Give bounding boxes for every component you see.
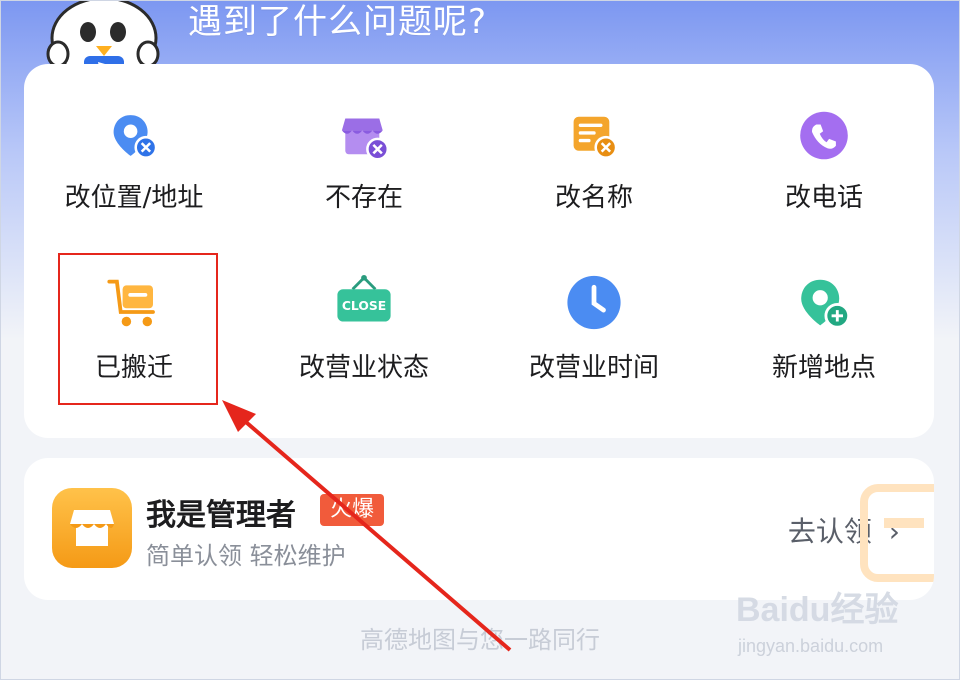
location-remove-icon: [113, 115, 158, 159]
closed-sign-icon: CLOSE: [337, 274, 391, 322]
manager-subtitle: 简单认领 轻松维护: [146, 542, 346, 570]
store-remove-icon: [341, 118, 390, 161]
option-label: 改营业状态: [298, 353, 429, 383]
highlight-box: [58, 253, 218, 405]
option-label: 改营业时间: [528, 353, 659, 383]
watermark-brand: Baidu经验: [736, 591, 899, 629]
clock-icon: [567, 275, 621, 330]
option-change-location[interactable]: 改位置/地址: [39, 64, 229, 214]
option-label: 改电话: [784, 183, 863, 213]
watermark-url: jingyan.baidu.com: [738, 636, 884, 656]
watermark: Baidu经验 jingyan.baidu.com: [730, 578, 930, 664]
option-label: 不存在: [324, 183, 403, 213]
option-label: 改位置/地址: [64, 183, 204, 213]
page-title: 遇到了什么问题呢?: [188, 2, 488, 42]
option-add-place[interactable]: 新增地点: [729, 234, 919, 384]
sign-text: CLOSE: [342, 299, 386, 313]
option-label: 改名称: [554, 183, 633, 213]
option-change-business-hours[interactable]: 改营业时间: [499, 234, 689, 384]
phone-icon: [800, 111, 848, 160]
option-change-phone[interactable]: 改电话: [729, 64, 919, 214]
option-label: 新增地点: [771, 353, 876, 383]
option-not-exist[interactable]: 不存在: [269, 64, 459, 214]
option-change-name[interactable]: 改名称: [499, 64, 689, 214]
option-change-business-status[interactable]: CLOSE 改营业状态: [269, 234, 459, 384]
hot-badge: 火爆: [320, 494, 385, 526]
shop-icon: [52, 488, 132, 568]
document-edit-icon: [573, 116, 618, 159]
manager-title: 我是管理者: [146, 498, 296, 533]
location-add-icon: [801, 279, 851, 329]
